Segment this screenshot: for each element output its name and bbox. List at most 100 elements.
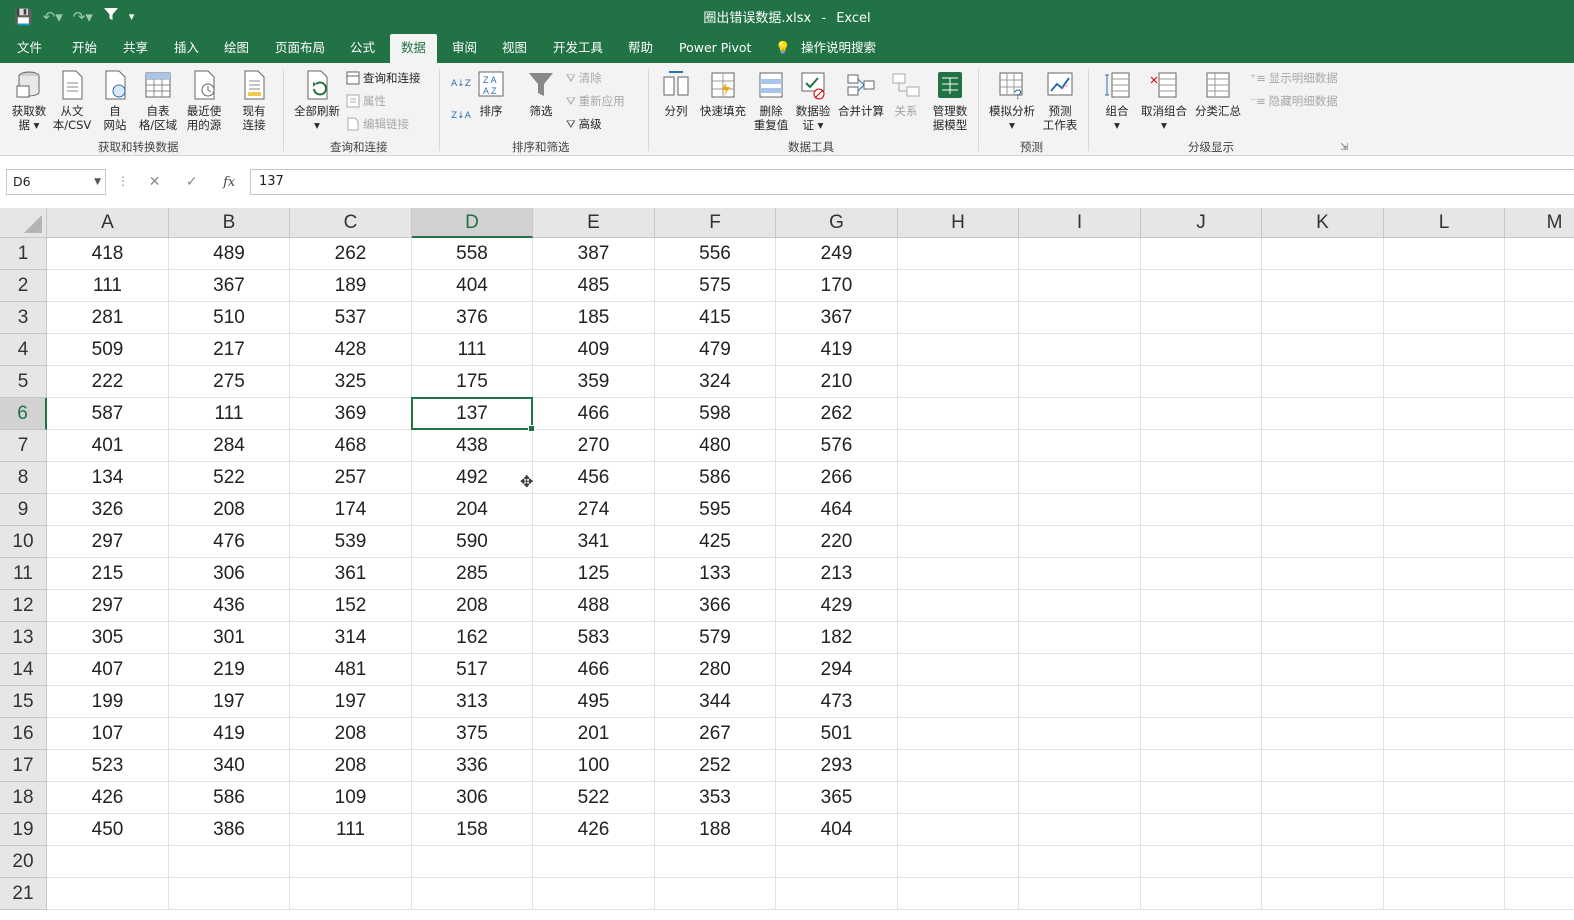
- cell-A18[interactable]: 426: [47, 782, 169, 814]
- cell-E3[interactable]: 185: [533, 302, 655, 334]
- cell-G9[interactable]: 464: [776, 494, 898, 526]
- cell-B9[interactable]: 208: [169, 494, 290, 526]
- cell-L4[interactable]: [1384, 334, 1505, 366]
- consolidate-button[interactable]: 合并计算: [836, 69, 886, 118]
- tab-formulas[interactable]: 公式: [350, 34, 375, 63]
- cell-L15[interactable]: [1384, 686, 1505, 718]
- cell-M19[interactable]: [1505, 814, 1574, 846]
- refresh-all-button[interactable]: 全部刷新 ▾: [290, 69, 344, 132]
- cell-M11[interactable]: [1505, 558, 1574, 590]
- cell-B6[interactable]: 111: [169, 398, 290, 430]
- column-header-F[interactable]: F: [655, 208, 776, 238]
- tab-review[interactable]: 审阅: [452, 34, 477, 63]
- row-header-16[interactable]: 16: [0, 718, 47, 750]
- cell-K3[interactable]: [1262, 302, 1384, 334]
- cell-I1[interactable]: [1019, 238, 1141, 270]
- cell-D7[interactable]: 438: [412, 430, 533, 462]
- cell-M7[interactable]: [1505, 430, 1574, 462]
- cell-D11[interactable]: 285: [412, 558, 533, 590]
- row-header-13[interactable]: 13: [0, 622, 47, 654]
- cell-L5[interactable]: [1384, 366, 1505, 398]
- cell-G1[interactable]: 249: [776, 238, 898, 270]
- properties-button[interactable]: 属性: [346, 92, 386, 110]
- cell-B18[interactable]: 586: [169, 782, 290, 814]
- cell-M17[interactable]: [1505, 750, 1574, 782]
- cell-J16[interactable]: [1141, 718, 1262, 750]
- cell-H14[interactable]: [898, 654, 1019, 686]
- cell-A5[interactable]: 222: [47, 366, 169, 398]
- cell-A13[interactable]: 305: [47, 622, 169, 654]
- row-header-1[interactable]: 1: [0, 238, 47, 270]
- column-header-C[interactable]: C: [290, 208, 412, 238]
- cell-F20[interactable]: [655, 846, 776, 878]
- cell-G13[interactable]: 182: [776, 622, 898, 654]
- row-header-3[interactable]: 3: [0, 302, 47, 334]
- cell-E8[interactable]: 456: [533, 462, 655, 494]
- cell-M9[interactable]: [1505, 494, 1574, 526]
- cell-C8[interactable]: 257: [290, 462, 412, 494]
- tab-view[interactable]: 视图: [502, 34, 527, 63]
- cell-H4[interactable]: [898, 334, 1019, 366]
- cell-G8[interactable]: 266: [776, 462, 898, 494]
- cell-I7[interactable]: [1019, 430, 1141, 462]
- cell-G4[interactable]: 419: [776, 334, 898, 366]
- cell-I14[interactable]: [1019, 654, 1141, 686]
- cell-C11[interactable]: 361: [290, 558, 412, 590]
- tab-page-layout[interactable]: 页面布局: [275, 34, 325, 63]
- tab-share[interactable]: 共享: [123, 34, 148, 63]
- select-all-button[interactable]: [0, 208, 47, 238]
- cell-F6[interactable]: 598: [655, 398, 776, 430]
- cell-H10[interactable]: [898, 526, 1019, 558]
- cell-B11[interactable]: 306: [169, 558, 290, 590]
- cell-I18[interactable]: [1019, 782, 1141, 814]
- cell-H6[interactable]: [898, 398, 1019, 430]
- flash-fill-button[interactable]: 快速填充: [698, 69, 748, 118]
- cell-M6[interactable]: [1505, 398, 1574, 430]
- forecast-sheet-button[interactable]: 预测 工作表: [1040, 69, 1080, 132]
- cell-D2[interactable]: 404: [412, 270, 533, 302]
- enter-icon[interactable]: ✓: [186, 174, 198, 190]
- cell-G17[interactable]: 293: [776, 750, 898, 782]
- cell-D6[interactable]: 137: [412, 398, 533, 430]
- cell-H11[interactable]: [898, 558, 1019, 590]
- from-web-button[interactable]: 自 网站: [98, 69, 132, 132]
- cell-A14[interactable]: 407: [47, 654, 169, 686]
- sort-descending-button[interactable]: Z↓A: [451, 107, 471, 125]
- cell-B13[interactable]: 301: [169, 622, 290, 654]
- cell-L12[interactable]: [1384, 590, 1505, 622]
- cell-F1[interactable]: 556: [655, 238, 776, 270]
- row-header-6[interactable]: 6: [0, 398, 47, 430]
- cell-J3[interactable]: [1141, 302, 1262, 334]
- row-header-14[interactable]: 14: [0, 654, 47, 686]
- column-header-L[interactable]: L: [1384, 208, 1505, 238]
- cell-M8[interactable]: [1505, 462, 1574, 494]
- cell-G5[interactable]: 210: [776, 366, 898, 398]
- recent-sources-button[interactable]: 最近使 用的源: [182, 69, 226, 132]
- cell-I5[interactable]: [1019, 366, 1141, 398]
- cell-G10[interactable]: 220: [776, 526, 898, 558]
- cell-M5[interactable]: [1505, 366, 1574, 398]
- cell-H12[interactable]: [898, 590, 1019, 622]
- cell-L6[interactable]: [1384, 398, 1505, 430]
- existing-connections-button[interactable]: 现有 连接: [236, 69, 272, 132]
- cell-B20[interactable]: [169, 846, 290, 878]
- cell-L10[interactable]: [1384, 526, 1505, 558]
- cell-K10[interactable]: [1262, 526, 1384, 558]
- cell-M10[interactable]: [1505, 526, 1574, 558]
- formula-input[interactable]: 137: [250, 169, 1574, 195]
- relationships-button[interactable]: 关系: [890, 69, 922, 118]
- cell-K2[interactable]: [1262, 270, 1384, 302]
- cell-E2[interactable]: 485: [533, 270, 655, 302]
- cell-I12[interactable]: [1019, 590, 1141, 622]
- row-header-10[interactable]: 10: [0, 526, 47, 558]
- cell-E10[interactable]: 341: [533, 526, 655, 558]
- cell-E5[interactable]: 359: [533, 366, 655, 398]
- cell-L11[interactable]: [1384, 558, 1505, 590]
- cell-J10[interactable]: [1141, 526, 1262, 558]
- cell-J4[interactable]: [1141, 334, 1262, 366]
- cell-E6[interactable]: 466: [533, 398, 655, 430]
- cell-M18[interactable]: [1505, 782, 1574, 814]
- cell-B14[interactable]: 219: [169, 654, 290, 686]
- cell-B8[interactable]: 522: [169, 462, 290, 494]
- cell-K19[interactable]: [1262, 814, 1384, 846]
